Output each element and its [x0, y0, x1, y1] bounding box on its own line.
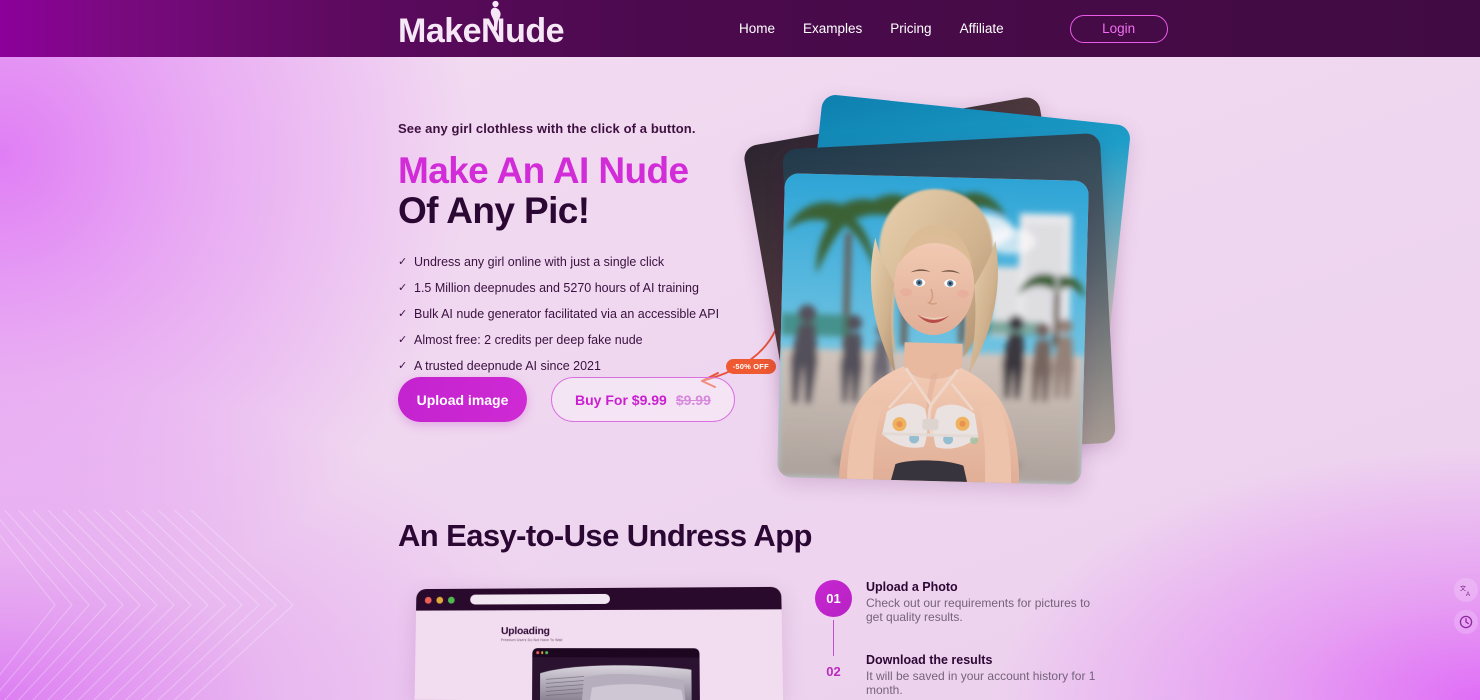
maximize-dot-icon — [545, 651, 548, 654]
nav-link-home[interactable]: Home — [725, 21, 789, 36]
logo-text: MakeNude — [398, 12, 565, 50]
hero-section: See any girl clothless with the click of… — [0, 57, 1480, 497]
list-item: ✓ Almost free: 2 credits per deep fake n… — [398, 333, 778, 348]
browser-mockup: Uploading Premium Users Do Not Have To W… — [414, 586, 784, 700]
howto-section: An Easy-to-Use Undress App Uploading Pre… — [0, 500, 1480, 700]
step-title: Upload a Photo — [866, 580, 958, 594]
buy-button[interactable]: Buy For $9.99 $9.99 -50% OFF — [551, 359, 776, 422]
nav-link-examples[interactable]: Examples — [789, 21, 876, 36]
hero-photo — [777, 173, 1089, 485]
buy-button-label: Buy For $9.99 — [575, 391, 667, 408]
list-item: ✓ A trusted deepnude AI since 2021 — [398, 359, 778, 374]
close-dot-icon — [536, 651, 539, 654]
history-clock-icon — [1459, 615, 1473, 629]
step-text: Upload a Photo Check out our requirement… — [866, 580, 1105, 625]
feature-list: ✓ Undress any girl online with just a si… — [398, 255, 778, 374]
main-navigation: Home Examples Pricing Affiliate Login — [725, 0, 1168, 57]
section-title: An Easy-to-Use Undress App — [398, 518, 812, 553]
step-text: Download the results It will be saved in… — [866, 653, 1105, 698]
minimize-dot-icon — [540, 651, 544, 654]
mockup-heading: Uploading — [500, 625, 550, 638]
hero-copy: See any girl clothless with the click of… — [398, 121, 778, 385]
list-item: ✓ Undress any girl online with just a si… — [398, 255, 778, 270]
feature-text: Almost free: 2 credits per deep fake nud… — [414, 332, 643, 347]
upload-image-button[interactable]: Upload image — [398, 377, 527, 422]
inner-preview-window — [532, 648, 700, 700]
check-icon: ✓ — [398, 307, 408, 320]
history-widget-button[interactable] — [1454, 610, 1478, 634]
buy-old-price: $9.99 — [675, 391, 711, 408]
nav-link-pricing[interactable]: Pricing — [876, 21, 945, 36]
step-connector — [833, 620, 835, 656]
logo[interactable]: MakeNude — [398, 0, 565, 50]
list-item: 02 Download the results It will be saved… — [815, 653, 1105, 698]
feature-text: A trusted deepnude AI since 2021 — [414, 358, 601, 373]
svg-text:文: 文 — [1460, 584, 1466, 592]
floating-widgets: 文 A — [1454, 578, 1478, 634]
feature-text: 1.5 Million deepnudes and 5270 hours of … — [414, 280, 699, 295]
step-badge: 01 — [815, 580, 852, 617]
browser-body: Uploading Premium Users Do Not Have To W… — [415, 609, 784, 700]
step-badge: 02 — [826, 663, 841, 679]
translate-widget-button[interactable]: 文 A — [1454, 578, 1478, 602]
woman-silhouette-icon — [490, 0, 501, 31]
hero-title-line-2: Of Any Pic! — [398, 190, 590, 232]
browser-chrome — [416, 586, 782, 611]
step-title: Download the results — [866, 652, 993, 667]
page-title: Make An AI Nude Of Any Pic! — [398, 150, 778, 232]
login-button[interactable]: Login — [1069, 14, 1168, 43]
list-item: ✓ 1.5 Million deepnudes and 5270 hours o… — [398, 281, 778, 296]
svg-text:A: A — [1466, 592, 1470, 597]
minimize-dot-icon — [436, 596, 444, 604]
list-item: 01 Upload a Photo Check out our requirem… — [815, 580, 1105, 656]
nav-link-affiliate[interactable]: Affiliate — [946, 21, 1018, 36]
check-icon: ✓ — [398, 333, 408, 346]
check-icon: ✓ — [398, 359, 408, 372]
check-icon: ✓ — [398, 255, 408, 268]
step-description: Check out our requirements for pictures … — [866, 596, 1091, 625]
step-description: It will be saved in your account history… — [866, 668, 1096, 698]
check-icon: ✓ — [398, 281, 408, 294]
translate-icon: 文 A — [1460, 584, 1470, 597]
site-header: MakeNude Home Examples Pricing Affiliate… — [0, 0, 1480, 57]
feature-text: Bulk AI nude generator facilitated via a… — [414, 306, 720, 321]
mockup-subtext: Premium Users Do Not Have To Wait — [500, 638, 563, 643]
feature-text: Undress any girl online with just a sing… — [414, 254, 665, 269]
maximize-dot-icon — [447, 596, 455, 604]
preview-photo — [532, 657, 700, 700]
hero-photo-stack — [742, 93, 1132, 485]
cta-row: Upload image Buy For $9.99 $9.99 -50% OF… — [398, 359, 776, 422]
inner-browser-chrome — [532, 648, 699, 657]
list-item: ✓ Bulk AI nude generator facilitated via… — [398, 307, 778, 322]
browser-url-bar[interactable] — [470, 593, 610, 605]
hero-eyebrow: See any girl clothless with the click of… — [398, 121, 696, 136]
close-dot-icon — [424, 596, 432, 604]
hero-title-line-1: Make An AI Nude — [398, 150, 689, 191]
steps-list: 01 Upload a Photo Check out our requirem… — [815, 580, 1105, 698]
